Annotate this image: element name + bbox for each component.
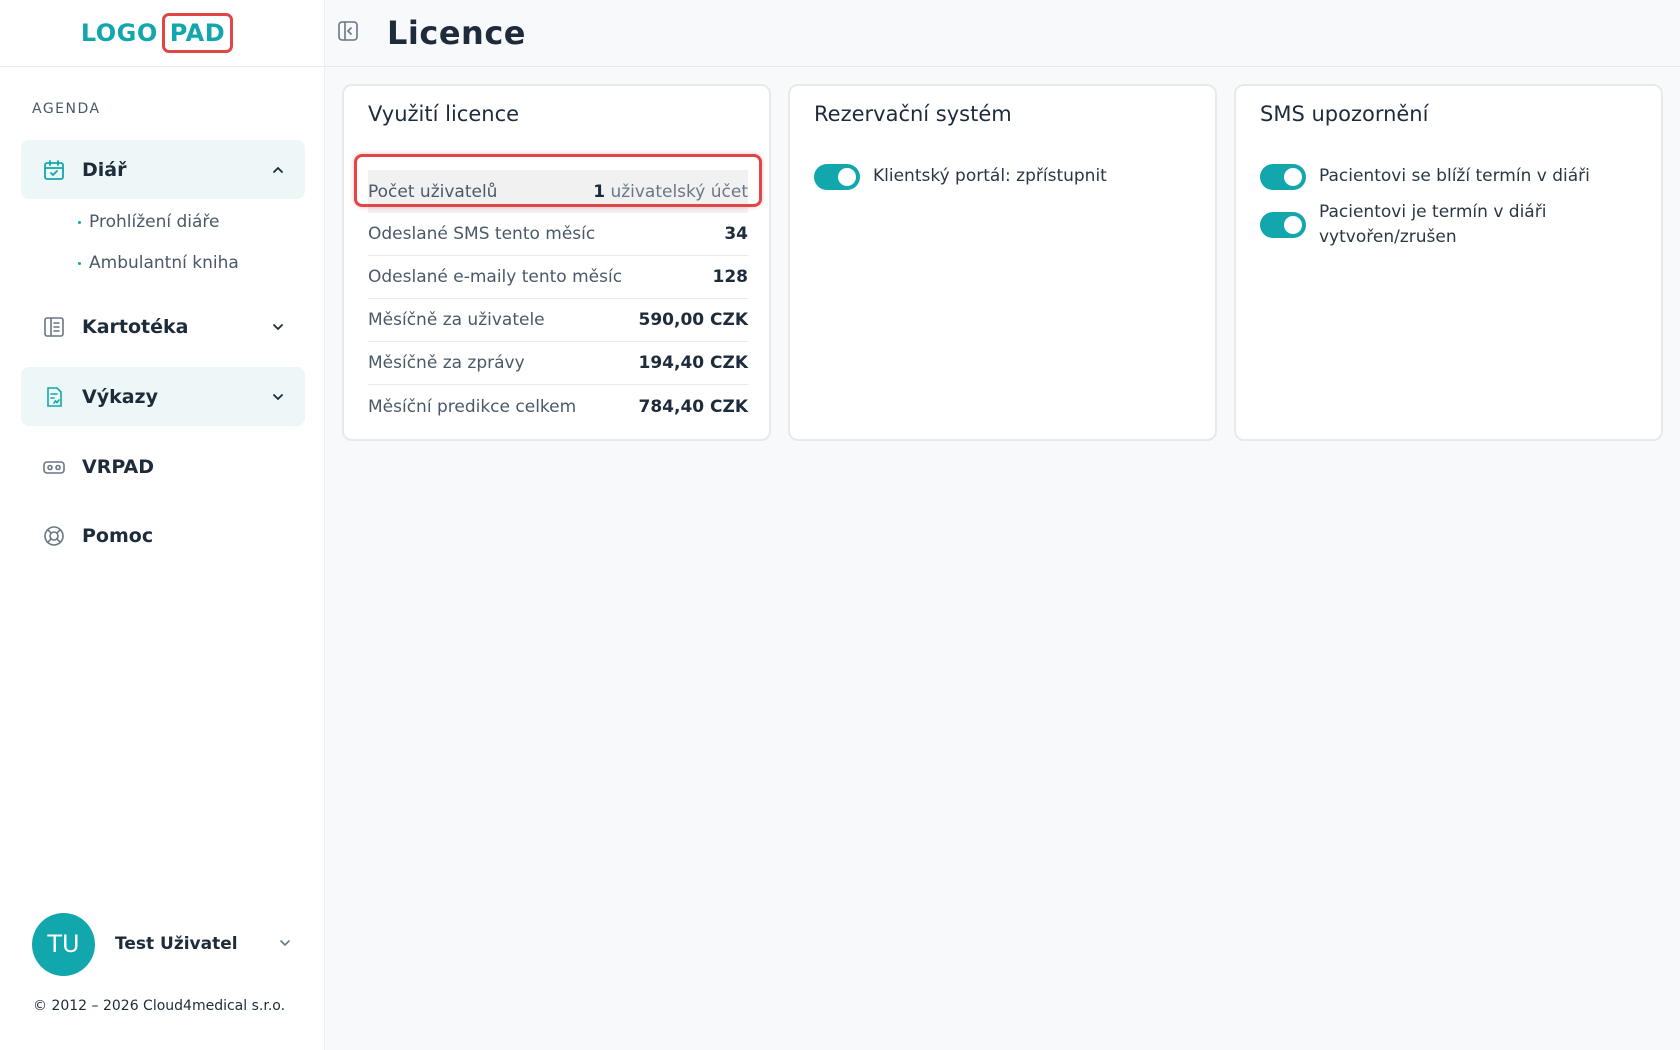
toggle-label: Pacientovi se blíží termín v diáři xyxy=(1319,166,1590,186)
reservation-system-card: Rezervační systém Klientský portál: zpří… xyxy=(788,84,1217,441)
chevron-down-icon xyxy=(265,384,291,410)
stat-label: Měsíčně za zprávy xyxy=(368,353,525,373)
sidebar-item-label: Kartotéka xyxy=(82,315,189,338)
sidebar-collapse-icon xyxy=(337,20,359,46)
lifebuoy-icon xyxy=(41,523,67,549)
toggle-row-vytvoren-zrusen: Pacientovi je termín v diáři vytvořen/zr… xyxy=(1260,200,1546,250)
stat-label: Odeslané e-maily tento měsíc xyxy=(368,267,623,287)
sidebar-subitem-label: Prohlížení diáře xyxy=(89,212,220,232)
vr-headset-icon xyxy=(41,454,67,480)
stat-label: Počet uživatelů xyxy=(368,181,498,202)
stat-value: 194,40 CZK xyxy=(638,353,749,373)
book-icon xyxy=(41,314,67,340)
user-menu[interactable]: TU Test Uživatel xyxy=(32,912,292,976)
sidebar-item-pomoc[interactable]: Pomoc xyxy=(21,506,305,565)
stat-row-predikce: Měsíční predikce celkem 784,40 CZK xyxy=(368,385,748,428)
toggle-label: Pacientovi je termín v diáři vytvořen/zr… xyxy=(1319,200,1546,250)
sidebar-subitem-ambulantni-kniha[interactable]: Ambulantní kniha xyxy=(78,253,239,273)
stat-value: 590,00 CZK xyxy=(638,310,749,330)
chevron-down-icon xyxy=(265,314,291,340)
client-portal-toggle[interactable] xyxy=(814,164,860,190)
sidebar-item-vrpad[interactable]: VRPAD xyxy=(21,437,305,496)
stat-label: Měsíční predikce celkem xyxy=(368,396,577,417)
upcoming-appointment-toggle[interactable] xyxy=(1260,164,1306,190)
calendar-check-icon xyxy=(41,157,67,183)
sms-notifications-card: SMS upozornění Pacientovi se blíží termí… xyxy=(1234,84,1663,441)
logo-pad-text: PAD xyxy=(161,13,234,53)
chevron-down-icon xyxy=(278,935,292,954)
page-title: Licence xyxy=(387,14,526,52)
stat-value: 1 uživatelský účet xyxy=(593,182,748,202)
bullet-dot xyxy=(78,220,81,224)
logo[interactable]: LOGO PAD xyxy=(80,13,234,53)
sidebar-item-diar[interactable]: Diář xyxy=(21,140,305,199)
stat-value: 784,40 CZK xyxy=(638,396,749,417)
sidebar-item-label: VRPAD xyxy=(82,455,154,478)
toggle-label-line2: vytvořen/zrušen xyxy=(1319,227,1457,247)
card-title: Rezervační systém xyxy=(814,102,1012,126)
card-title: Využití licence xyxy=(368,102,520,126)
bullet-dot xyxy=(78,261,81,265)
sidebar-subitem-label: Ambulantní kniha xyxy=(89,253,239,273)
user-name: Test Uživatel xyxy=(115,934,238,954)
avatar: TU xyxy=(32,912,95,976)
sidebar-item-label: Pomoc xyxy=(82,524,154,547)
sidebar-item-vykazy[interactable]: Výkazy xyxy=(21,367,305,426)
logo-text: LOGO xyxy=(80,19,158,47)
logo-area: LOGO PAD xyxy=(0,0,324,67)
chevron-up-icon xyxy=(265,157,291,183)
created-cancelled-toggle[interactable] xyxy=(1260,212,1306,238)
sidebar-subitem-prohlizeni[interactable]: Prohlížení diáře xyxy=(78,212,219,232)
sidebar-item-label: Výkazy xyxy=(82,385,158,408)
license-usage-card: Využití licence Počet uživatelů 1 uživat… xyxy=(342,84,771,441)
card-title: SMS upozornění xyxy=(1260,102,1429,126)
stat-value: 34 xyxy=(724,224,748,244)
stat-row-emaily: Odeslané e-maily tento měsíc 128 xyxy=(368,256,748,299)
sidebar-item-label: Diář xyxy=(82,158,127,181)
header: Licence xyxy=(325,0,1680,67)
stat-value-unit: uživatelský účet xyxy=(610,181,748,202)
stat-row-pocet-uzivatelu: Počet uživatelů 1 uživatelský účet xyxy=(368,170,748,213)
sidebar-item-kartoteka[interactable]: Kartotéka xyxy=(21,297,305,356)
section-label-agenda: AGENDA xyxy=(32,101,101,117)
stat-row-mesicne-uzivatele: Měsíčně za uživatele 590,00 CZK xyxy=(368,299,748,342)
sidebar: LOGO PAD AGENDA Diář Prohlížení diáře Am… xyxy=(0,0,325,1050)
toggle-row-klientsky-portal: Klientský portál: zpřístupnit xyxy=(814,164,1107,190)
toggle-label-line1: Pacientovi je termín v diáři xyxy=(1319,202,1547,222)
toggle-label: Klientský portál: zpřístupnit xyxy=(873,166,1107,186)
toggle-row-blizi-termin: Pacientovi se blíží termín v diáři xyxy=(1260,164,1590,190)
stat-value: 128 xyxy=(712,267,749,287)
report-icon xyxy=(41,384,67,410)
copyright: © 2012 – 2026 Cloud4medical s.r.o. xyxy=(33,998,286,1014)
stat-label: Měsíčně za uživatele xyxy=(368,310,545,330)
stat-label: Odeslané SMS tento měsíc xyxy=(368,224,596,244)
stat-row-mesicne-zpravy: Měsíčně za zprávy 194,40 CZK xyxy=(368,342,748,385)
collapse-sidebar-button[interactable] xyxy=(335,20,361,46)
stat-row-sms: Odeslané SMS tento měsíc 34 xyxy=(368,213,748,256)
stat-value-number: 1 xyxy=(593,181,606,202)
